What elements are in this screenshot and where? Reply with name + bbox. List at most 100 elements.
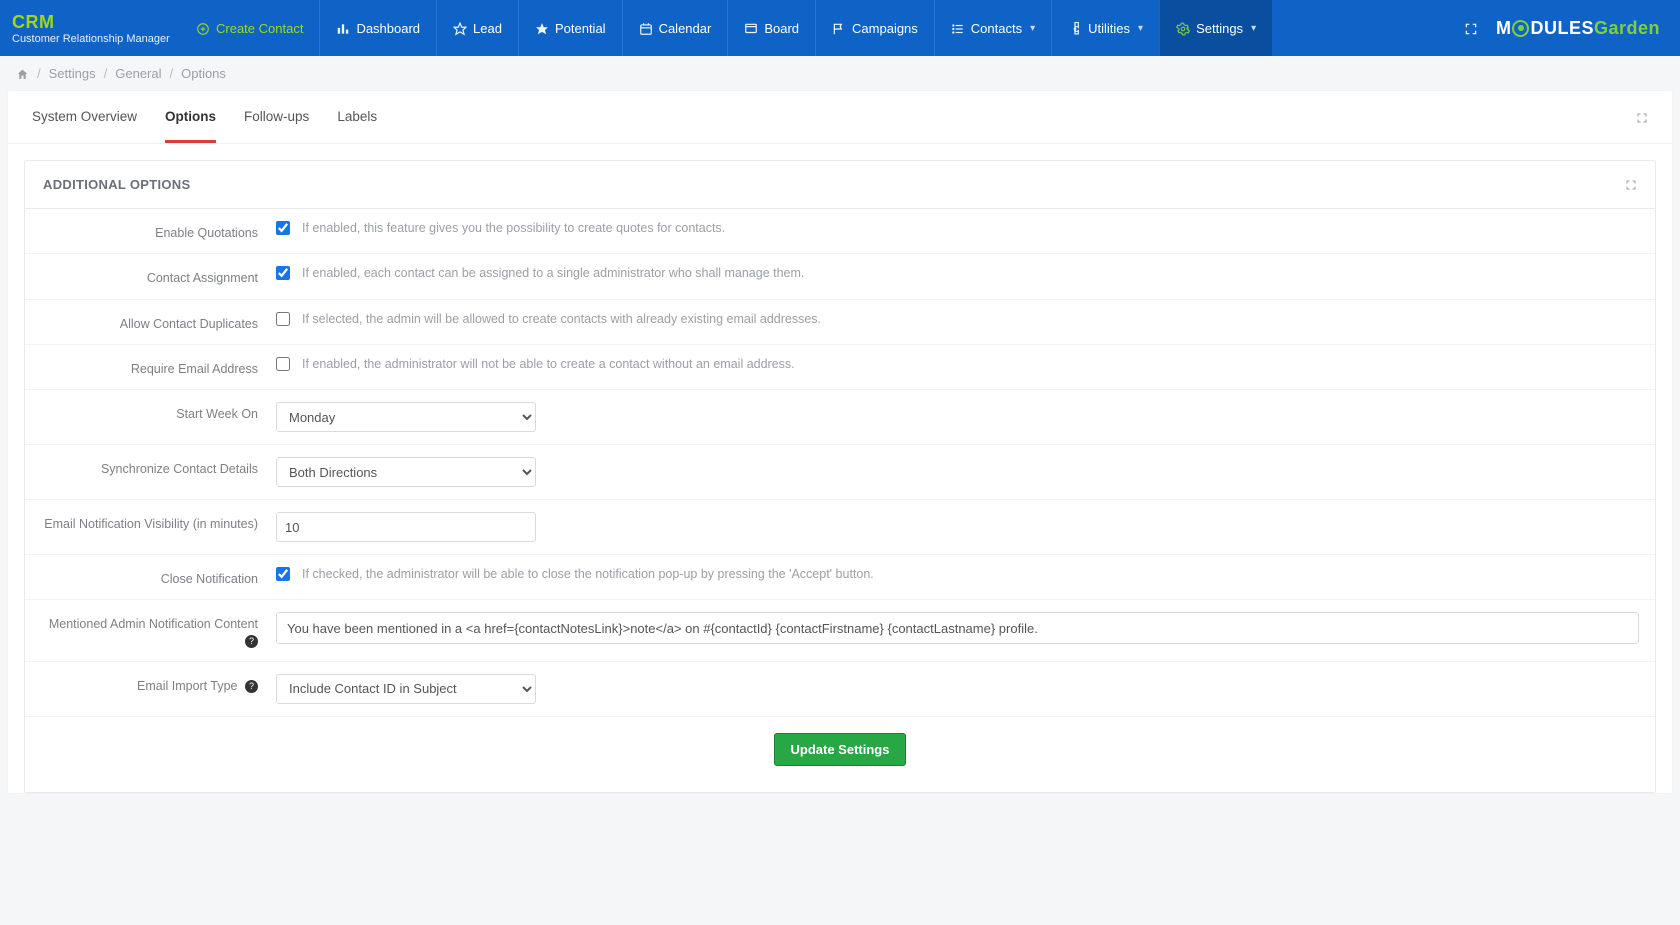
tab-labels[interactable]: Labels [337, 91, 377, 143]
top-nav: CRM Customer Relationship Manager Create… [0, 0, 1680, 56]
bar-chart-icon [336, 20, 350, 36]
options-panel: ADDITIONAL OPTIONS Enable Quotations If … [24, 160, 1656, 793]
select-sync-details[interactable]: Both Directions [276, 457, 536, 487]
list-icon [951, 20, 965, 36]
nav-label: Campaigns [852, 21, 918, 36]
plus-circle-icon [196, 20, 210, 36]
help-icon[interactable] [241, 634, 258, 648]
tab-system-overview[interactable]: System Overview [32, 91, 137, 143]
gear-icon [1176, 20, 1190, 36]
desc-require-email: If enabled, the administrator will not b… [302, 357, 795, 371]
nav-label: Settings [1196, 21, 1243, 36]
star-outline-icon [453, 20, 467, 36]
panel-header: ADDITIONAL OPTIONS [25, 161, 1655, 209]
nav-items: Create Contact Dashboard Lead Potential [180, 0, 1444, 56]
brand-title: CRM [12, 12, 180, 33]
desc-contact-assignment: If enabled, each contact can be assigned… [302, 266, 804, 280]
fullscreen-icon[interactable] [1464, 20, 1478, 36]
chevron-down-icon: ▾ [1138, 23, 1143, 34]
desc-close-notification: If checked, the administrator will be ab… [302, 567, 874, 581]
checkbox-require-email[interactable] [276, 357, 290, 371]
tabs: System Overview Options Follow-ups Label… [32, 91, 377, 143]
nav-label: Create Contact [216, 21, 303, 36]
label-sync-details: Synchronize Contact Details [41, 457, 276, 477]
nav-label: Potential [555, 21, 606, 36]
modulesgarden-logo: MDULESGarden [1496, 18, 1660, 39]
select-start-week[interactable]: Monday [276, 402, 536, 432]
update-settings-button[interactable]: Update Settings [774, 733, 907, 766]
input-email-visibility[interactable] [276, 512, 536, 542]
tab-followups[interactable]: Follow-ups [244, 91, 309, 143]
nav-lead[interactable]: Lead [436, 0, 518, 56]
desc-allow-duplicates: If selected, the admin will be allowed t… [302, 312, 821, 326]
submit-row: Update Settings [25, 717, 1655, 792]
row-start-week: Start Week On Monday [25, 390, 1655, 445]
label-require-email: Require Email Address [41, 357, 276, 377]
wrench-icon [1068, 20, 1082, 36]
row-enable-quotations: Enable Quotations If enabled, this featu… [25, 209, 1655, 254]
breadcrumb: / Settings / General / Options [0, 56, 1680, 91]
row-close-notification: Close Notification If checked, the admin… [25, 555, 1655, 600]
calendar-icon [639, 20, 653, 36]
input-mention-content[interactable] [276, 612, 1639, 644]
nav-label: Dashboard [356, 21, 420, 36]
label-close-notification: Close Notification [41, 567, 276, 587]
label-email-import: Email Import Type [41, 674, 276, 694]
nav-right: MDULESGarden [1444, 18, 1680, 39]
breadcrumb-current: Options [181, 66, 226, 81]
nav-label: Board [764, 21, 799, 36]
nav-calendar[interactable]: Calendar [622, 0, 728, 56]
checkbox-allow-duplicates[interactable] [276, 312, 290, 326]
home-icon[interactable] [16, 66, 29, 81]
nav-label: Contacts [971, 21, 1022, 36]
page-card: System Overview Options Follow-ups Label… [8, 91, 1672, 793]
chevron-down-icon: ▾ [1030, 23, 1035, 34]
checkbox-enable-quotations[interactable] [276, 221, 290, 235]
nav-utilities[interactable]: Utilities ▾ [1051, 0, 1159, 56]
label-allow-duplicates: Allow Contact Duplicates [41, 312, 276, 332]
nav-campaigns[interactable]: Campaigns [815, 0, 934, 56]
breadcrumb-sep: / [104, 66, 108, 81]
help-icon[interactable] [241, 679, 258, 693]
flag-icon [832, 20, 846, 36]
label-text-email-import: Email Import Type [137, 679, 238, 693]
row-email-import: Email Import Type Include Contact ID in … [25, 662, 1655, 717]
row-require-email: Require Email Address If enabled, the ad… [25, 345, 1655, 390]
panel-title: ADDITIONAL OPTIONS [43, 177, 190, 192]
row-email-visibility: Email Notification Visibility (in minute… [25, 500, 1655, 555]
breadcrumb-sep: / [37, 66, 41, 81]
label-contact-assignment: Contact Assignment [41, 266, 276, 286]
select-email-import[interactable]: Include Contact ID in Subject [276, 674, 536, 704]
label-email-visibility: Email Notification Visibility (in minute… [41, 512, 276, 532]
nav-potential[interactable]: Potential [518, 0, 622, 56]
breadcrumb-general[interactable]: General [115, 66, 161, 81]
chevron-down-icon: ▾ [1251, 23, 1256, 34]
nav-dashboard[interactable]: Dashboard [319, 0, 436, 56]
brand-block: CRM Customer Relationship Manager [12, 12, 180, 45]
desc-enable-quotations: If enabled, this feature gives you the p… [302, 221, 725, 235]
nav-board[interactable]: Board [727, 0, 815, 56]
tab-options[interactable]: Options [165, 91, 216, 143]
row-contact-assignment: Contact Assignment If enabled, each cont… [25, 254, 1655, 299]
nav-settings[interactable]: Settings ▾ [1159, 0, 1272, 56]
row-allow-duplicates: Allow Contact Duplicates If selected, th… [25, 300, 1655, 345]
checkbox-close-notification[interactable] [276, 567, 290, 581]
tabs-row: System Overview Options Follow-ups Label… [8, 91, 1672, 144]
board-icon [744, 20, 758, 36]
label-enable-quotations: Enable Quotations [41, 221, 276, 241]
checkbox-contact-assignment[interactable] [276, 266, 290, 280]
label-mention-content: Mentioned Admin Notification Content [41, 612, 276, 649]
label-start-week: Start Week On [41, 402, 276, 422]
row-mention-content: Mentioned Admin Notification Content [25, 600, 1655, 662]
nav-label: Calendar [659, 21, 712, 36]
expand-card-icon[interactable] [1636, 110, 1648, 124]
expand-panel-icon[interactable] [1625, 178, 1637, 192]
breadcrumb-settings[interactable]: Settings [49, 66, 96, 81]
nav-label: Lead [473, 21, 502, 36]
breadcrumb-sep: / [169, 66, 173, 81]
star-icon [535, 20, 549, 36]
nav-contacts[interactable]: Contacts ▾ [934, 0, 1051, 56]
brand-subtitle: Customer Relationship Manager [12, 33, 180, 45]
row-sync-details: Synchronize Contact Details Both Directi… [25, 445, 1655, 500]
nav-create-contact[interactable]: Create Contact [180, 0, 319, 56]
